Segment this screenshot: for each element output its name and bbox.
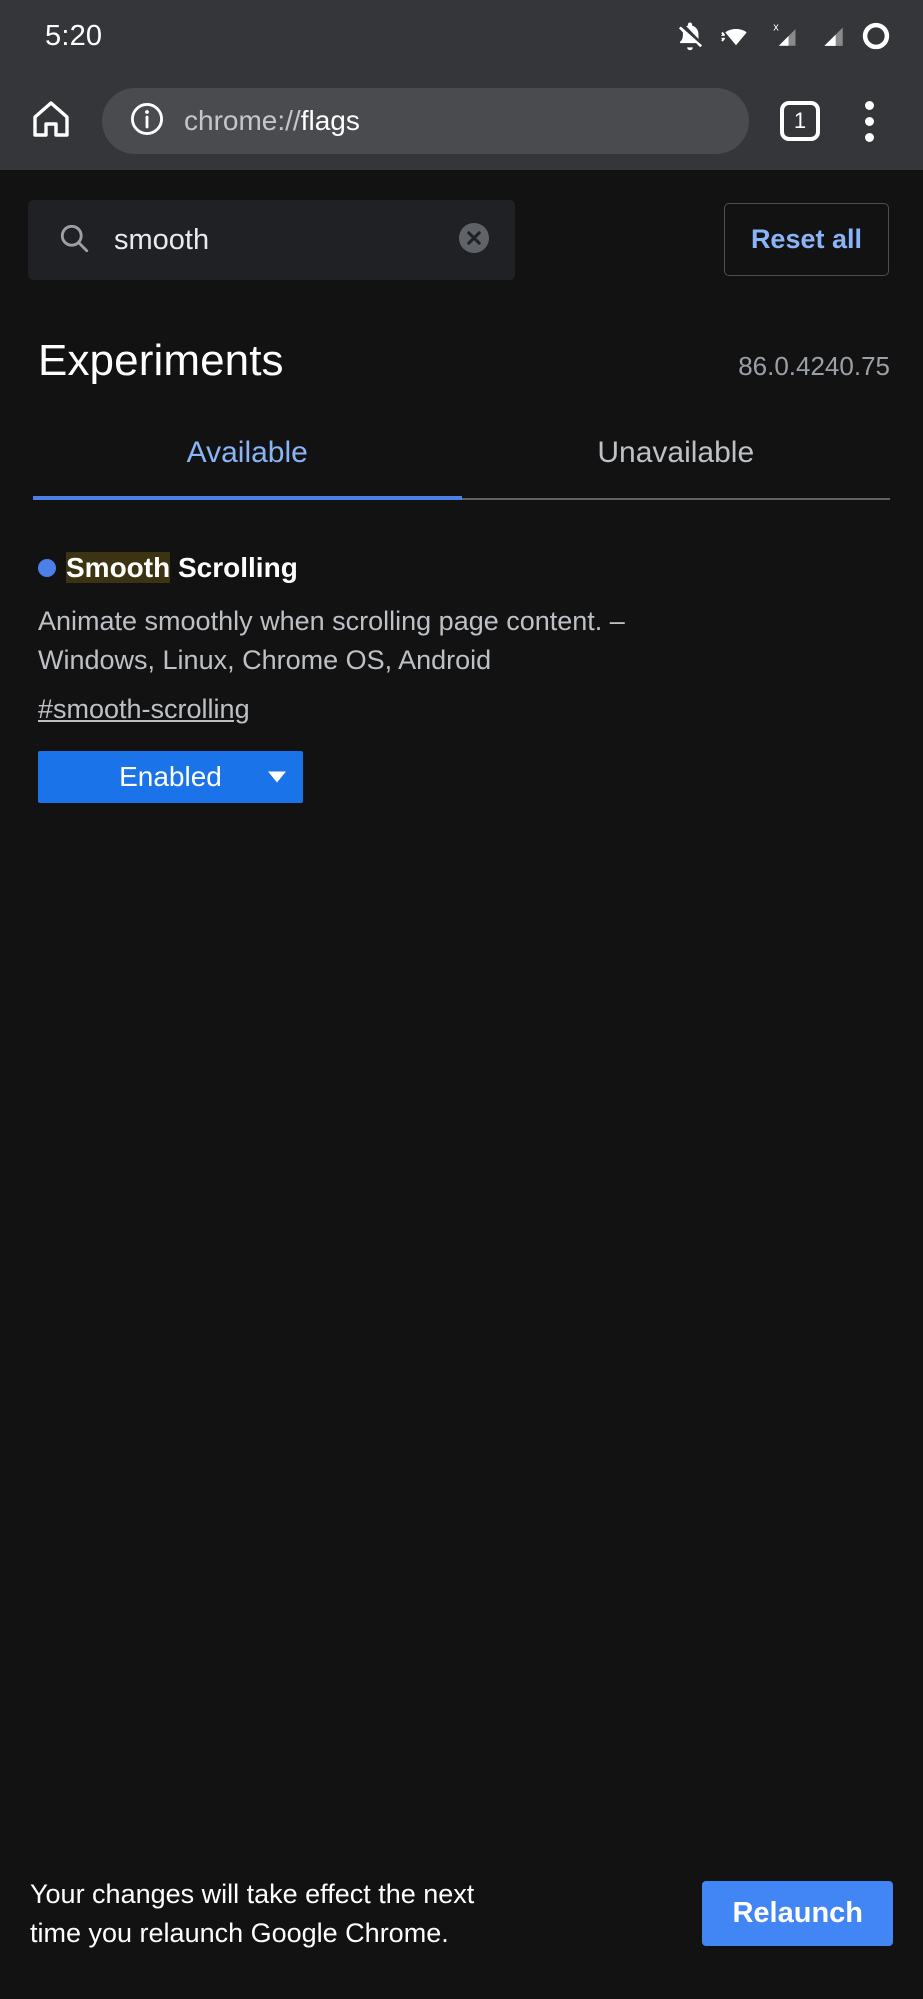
home-icon [27, 95, 75, 148]
flag-state-select[interactable]: Enabled [38, 751, 303, 804]
flag-permalink[interactable]: #smooth-scrolling [38, 694, 250, 725]
signal-bars-icon [813, 19, 847, 53]
status-icons: x [673, 19, 893, 53]
overflow-menu-icon-dot [864, 100, 874, 110]
relaunch-button[interactable]: Relaunch [702, 1881, 893, 1947]
svg-text:x: x [773, 21, 779, 33]
flag-title-rest: Scrolling [170, 552, 298, 583]
tab-unavailable[interactable]: Unavailable [462, 436, 891, 500]
notifications-off-icon [673, 19, 707, 53]
flag-title-match: Smooth [66, 552, 171, 583]
overflow-menu-icon-dot [864, 116, 874, 126]
tab-available[interactable]: Available [33, 436, 462, 500]
status-clock: 5:20 [45, 19, 103, 52]
page-header: Experiments 86.0.4240.75 [0, 280, 923, 386]
flag-description: Animate smoothly when scrolling page con… [38, 606, 625, 676]
search-row: smooth Reset all [0, 170, 923, 280]
flag-state-selected-label: Enabled [119, 761, 222, 793]
home-button[interactable] [20, 90, 82, 152]
flags-page: smooth Reset all Experiments 86.0.4240.7… [0, 170, 923, 1999]
tab-counter-button[interactable]: 1 [771, 92, 829, 150]
search-input[interactable]: smooth [28, 200, 515, 280]
wifi-icon [719, 19, 753, 53]
flag-entry-smooth-scrolling: Smooth Scrolling Animate smoothly when s… [33, 548, 890, 804]
tab-count-label: 1 [793, 108, 807, 133]
tab-bar: Available Unavailable [33, 436, 890, 500]
status-bar: 5:20 x [0, 0, 923, 72]
signal-no-sim-icon: x [765, 19, 801, 53]
chrome-version-label: 86.0.4240.75 [738, 351, 890, 381]
reset-all-button[interactable]: Reset all [723, 203, 889, 276]
flag-title-row: Smooth Scrolling [38, 548, 885, 587]
omnibox[interactable]: chrome://flags [102, 88, 749, 154]
modified-indicator-icon [38, 558, 56, 577]
flag-list: Smooth Scrolling Animate smoothly when s… [0, 548, 923, 804]
tab-active-indicator [33, 496, 462, 500]
search-icon [56, 220, 92, 261]
relaunch-message: Your changes will take effect the next t… [30, 1878, 475, 1948]
omnibox-url-text: chrome://flags [184, 105, 360, 136]
browser-toolbar: chrome://flags 1 [0, 72, 923, 170]
overflow-menu-button[interactable] [837, 89, 901, 153]
relaunch-bar: Your changes will take effect the next t… [0, 1846, 923, 1999]
chevron-down-icon [268, 771, 286, 783]
phone-screen: 5:20 x chrome://flags 1 smooth Reset all… [0, 0, 923, 1999]
info-circle-icon[interactable] [128, 100, 166, 143]
flag-title: Smooth Scrolling [66, 548, 298, 587]
clear-search-button[interactable] [455, 221, 493, 259]
battery-circle-icon [859, 19, 893, 53]
browser-chrome: 5:20 x chrome://flags 1 [0, 0, 923, 170]
clear-circle-icon [455, 219, 493, 262]
tab-counter-box: 1 [780, 101, 820, 141]
overflow-menu-icon-dot [864, 132, 874, 142]
page-title: Experiments [38, 336, 284, 385]
search-input-value: smooth [114, 223, 210, 256]
